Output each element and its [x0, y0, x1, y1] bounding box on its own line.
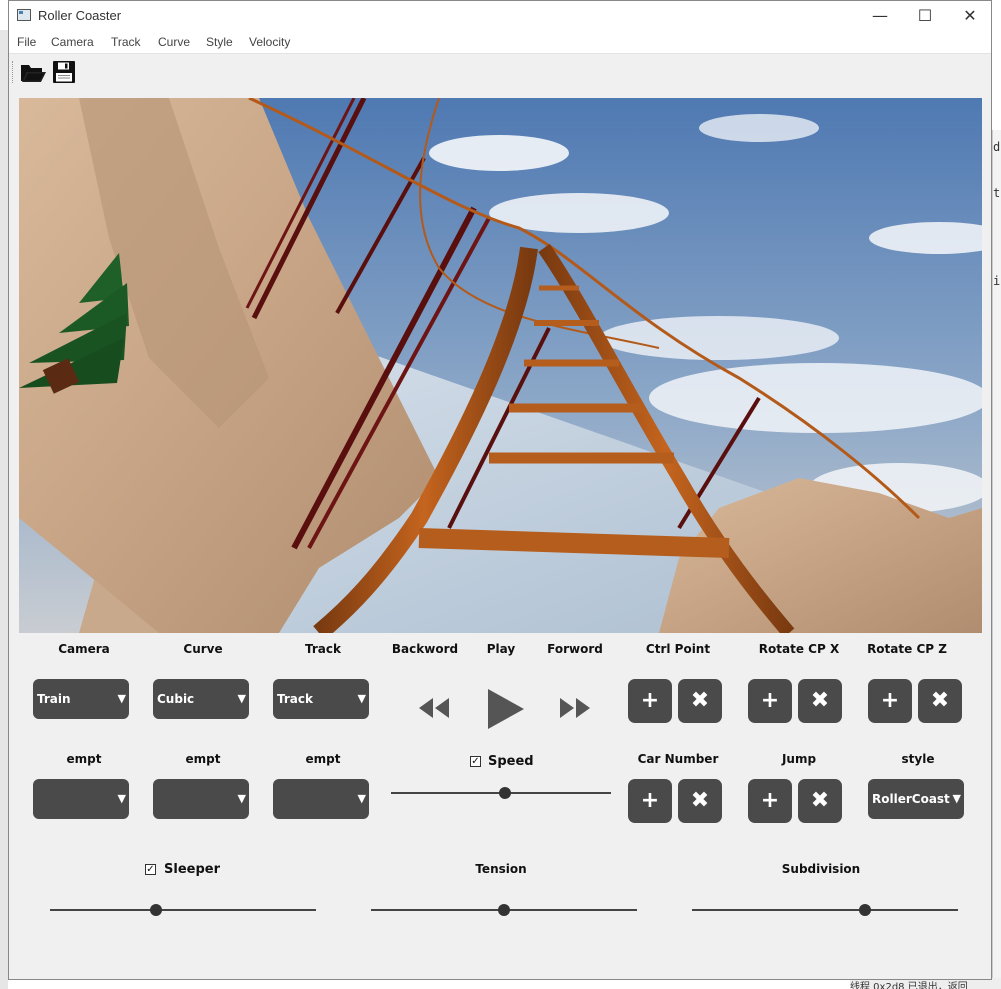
- menu-track[interactable]: Track: [111, 35, 141, 49]
- roller-coaster-scene: [19, 98, 982, 633]
- speed-label: Speed: [488, 754, 534, 769]
- add-ctrl-point-button[interactable]: +: [628, 679, 672, 723]
- folder-open-icon[interactable]: [19, 58, 47, 86]
- play-icon[interactable]: [486, 687, 526, 735]
- maximize-button[interactable]: ☐: [902, 1, 948, 31]
- jump-label: Jump: [781, 752, 817, 766]
- add-car-button[interactable]: +: [628, 779, 672, 823]
- window-title: Roller Coaster: [38, 8, 122, 23]
- speed-slider[interactable]: [391, 787, 611, 799]
- subdivision-label: Subdivision: [781, 862, 861, 876]
- app-window: Roller Coaster — ☐ ✕ File Camera Track C…: [8, 0, 992, 980]
- remove-ctrl-point-button[interactable]: ✖: [678, 679, 722, 723]
- forword-label: Forword: [547, 642, 603, 656]
- car-number-label: Car Number: [637, 752, 719, 766]
- track-select-value: Track: [277, 692, 313, 706]
- subdivision-slider-handle[interactable]: [858, 904, 871, 916]
- background-right-window: [992, 130, 1001, 989]
- app-icon: [17, 9, 31, 21]
- style-select-value: RollerCoaster: [872, 792, 950, 806]
- empt-label-1: empt: [66, 752, 102, 766]
- rotate-cp-z-plus-button[interactable]: +: [868, 679, 912, 723]
- jump-plus-button[interactable]: +: [748, 779, 792, 823]
- empt-label-3: empt: [305, 752, 341, 766]
- curve-select[interactable]: Cubic ▼: [153, 679, 249, 719]
- menu-camera[interactable]: Camera: [51, 35, 94, 49]
- remove-car-button[interactable]: ✖: [678, 779, 722, 823]
- rotate-cp-x-plus-button[interactable]: +: [748, 679, 792, 723]
- chevron-down-icon: ▼: [357, 692, 366, 705]
- chevron-down-icon: ▼: [237, 792, 246, 805]
- sleeper-label: Sleeper: [164, 862, 220, 877]
- style-select[interactable]: RollerCoaster▼: [868, 779, 964, 819]
- rotate-cp-x-label: Rotate CP X: [758, 642, 840, 656]
- rotate-cp-z-label: Rotate CP Z: [867, 642, 947, 656]
- toolbar-grip[interactable]: [12, 61, 16, 83]
- empt-select-2[interactable]: ▼: [153, 779, 249, 819]
- background-left-strip: [0, 30, 8, 989]
- ctrl-point-label: Ctrl Point: [645, 642, 711, 656]
- minimize-button[interactable]: —: [857, 1, 903, 31]
- menu-curve[interactable]: Curve: [158, 35, 190, 49]
- close-button[interactable]: ✕: [947, 1, 993, 31]
- chevron-down-icon: ▼: [237, 692, 246, 705]
- background-right-char: i: [993, 274, 1001, 288]
- speed-slider-handle[interactable]: [499, 787, 512, 799]
- track-select[interactable]: Track ▼: [273, 679, 369, 719]
- background-right-char: d: [993, 140, 1001, 154]
- rotate-cp-z-minus-button[interactable]: ✖: [918, 679, 962, 723]
- tension-slider[interactable]: [371, 904, 637, 916]
- track-label: Track: [305, 642, 341, 656]
- fast-forward-icon[interactable]: [558, 696, 592, 724]
- jump-minus-button[interactable]: ✖: [798, 779, 842, 823]
- subdivision-slider[interactable]: [692, 904, 958, 916]
- menu-style[interactable]: Style: [206, 35, 233, 49]
- chevron-down-icon: ▼: [952, 792, 961, 805]
- backword-label: Backword: [391, 642, 459, 656]
- toolbar: [9, 54, 991, 90]
- empt-label-2: empt: [185, 752, 221, 766]
- menu-velocity[interactable]: Velocity: [249, 35, 290, 49]
- chevron-down-icon: ▼: [117, 792, 126, 805]
- chevron-down-icon: ▼: [357, 792, 366, 805]
- empt-select-3[interactable]: ▼: [273, 779, 369, 819]
- background-right-char: t: [993, 186, 1001, 200]
- 3d-viewport[interactable]: [19, 98, 982, 633]
- curve-select-value: Cubic: [157, 692, 195, 706]
- menu-bar: File Camera Track Curve Style Velocity: [9, 31, 991, 54]
- control-panel: Camera Curve Track Backword Play Forword…: [9, 633, 991, 979]
- rewind-icon[interactable]: [417, 696, 451, 724]
- tension-label: Tension: [475, 862, 527, 876]
- camera-select[interactable]: Train ▼: [33, 679, 129, 719]
- sleeper-slider[interactable]: [50, 904, 316, 916]
- speed-checkbox[interactable]: ✓: [470, 756, 481, 767]
- chevron-down-icon: ▼: [117, 692, 126, 705]
- title-bar: Roller Coaster — ☐ ✕: [9, 1, 991, 31]
- play-label: Play: [486, 642, 516, 656]
- empt-select-1[interactable]: ▼: [33, 779, 129, 819]
- tension-slider-handle[interactable]: [498, 904, 510, 916]
- curve-label: Curve: [183, 642, 223, 656]
- style-label: style: [901, 752, 935, 766]
- floppy-disk-icon[interactable]: [50, 58, 78, 86]
- rotate-cp-x-minus-button[interactable]: ✖: [798, 679, 842, 723]
- sleeper-slider-handle[interactable]: [150, 904, 163, 916]
- camera-select-value: Train: [37, 692, 71, 706]
- sleeper-checkbox[interactable]: ✓: [145, 864, 156, 875]
- menu-file[interactable]: File: [17, 35, 36, 49]
- camera-label: Camera: [58, 642, 110, 656]
